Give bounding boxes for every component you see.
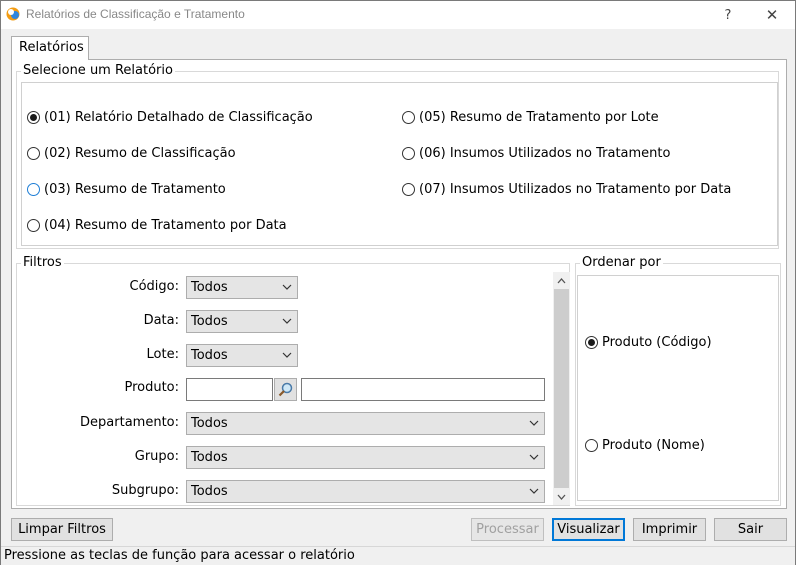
report-option-01[interactable]: (01) Relatório Detalhado de Classificaçã… [27, 110, 313, 125]
exit-label: Sair [737, 522, 764, 537]
window-title: Relatórios de Classificação e Tratamento [26, 7, 245, 21]
chevron-down-icon [529, 488, 539, 494]
lote-value: Todos [191, 348, 228, 363]
radio-icon [585, 336, 598, 349]
order-option-label: Produto (Código) [602, 335, 712, 350]
scroll-thumb[interactable] [554, 289, 569, 488]
grupo-value: Todos [191, 450, 228, 465]
view-button[interactable]: Visualizar [552, 518, 625, 541]
report-option-label: (01) Relatório Detalhado de Classificaçã… [44, 110, 313, 125]
produto-search-button[interactable] [274, 378, 297, 401]
departamento-select[interactable]: Todos [186, 412, 545, 435]
report-option-label: (07) Insumos Utilizados no Tratamento po… [419, 182, 732, 197]
departamento-value: Todos [191, 416, 228, 431]
chevron-down-icon [557, 494, 566, 500]
order-option-codigo[interactable]: Produto (Código) [585, 335, 712, 350]
lote-label: Lote: [146, 347, 179, 362]
subgrupo-label: Subgrupo: [111, 483, 179, 498]
chevron-down-icon [282, 284, 292, 290]
data-label: Data: [143, 313, 179, 328]
help-icon: ? [724, 7, 732, 23]
radio-icon [402, 111, 415, 124]
process-button[interactable]: Processar [471, 518, 544, 541]
app-logo-icon [6, 7, 20, 21]
order-option-label: Produto (Nome) [602, 438, 705, 453]
order-group-label: Ordenar por [580, 255, 663, 271]
radio-icon [27, 111, 40, 124]
radio-icon [402, 183, 415, 196]
tab-label: Relatórios [19, 40, 84, 55]
filters-scrollbar[interactable] [553, 272, 570, 505]
grupo-label: Grupo: [134, 449, 179, 464]
grupo-select[interactable]: Todos [186, 446, 545, 469]
data-select[interactable]: Todos [186, 310, 298, 333]
report-option-05[interactable]: (05) Resumo de Tratamento por Lote [402, 110, 659, 125]
status-bar: Pressione as teclas de função para acess… [1, 546, 795, 565]
title-bar: Relatórios de Classificação e Tratamento… [1, 1, 795, 29]
report-option-label: (05) Resumo de Tratamento por Lote [419, 110, 659, 125]
scroll-down-button[interactable] [553, 488, 570, 505]
view-label: Visualizar [557, 522, 620, 537]
order-options-box [577, 275, 779, 501]
chevron-down-icon [529, 454, 539, 460]
clear-filters-button[interactable]: Limpar Filtros [11, 518, 113, 541]
report-option-label: (06) Insumos Utilizados no Tratamento [419, 146, 671, 161]
chevron-down-icon [282, 352, 292, 358]
report-option-04[interactable]: (04) Resumo de Tratamento por Data [27, 218, 287, 233]
produto-label: Produto: [124, 380, 179, 395]
departamento-label: Departamento: [80, 415, 179, 430]
exit-button[interactable]: Sair [714, 518, 787, 541]
radio-icon [27, 147, 40, 160]
clear-filters-label: Limpar Filtros [18, 522, 106, 537]
print-label: Imprimir [641, 522, 698, 537]
report-option-03[interactable]: (03) Resumo de Tratamento [27, 182, 226, 197]
print-button[interactable]: Imprimir [633, 518, 706, 541]
report-option-label: (04) Resumo de Tratamento por Data [44, 218, 287, 233]
report-option-07[interactable]: (07) Insumos Utilizados no Tratamento po… [402, 182, 731, 197]
radio-icon [27, 183, 40, 196]
report-group-label: Selecione um Relatório [21, 63, 175, 79]
chevron-up-icon [557, 277, 566, 283]
status-text: Pressione as teclas de função para acess… [4, 548, 355, 563]
radio-icon [585, 439, 598, 452]
tab-relatorios[interactable]: Relatórios [11, 36, 89, 60]
report-option-02[interactable]: (02) Resumo de Classificação [27, 146, 236, 161]
chevron-down-icon [282, 318, 292, 324]
lote-select[interactable]: Todos [186, 344, 298, 367]
order-option-nome[interactable]: Produto (Nome) [585, 438, 705, 453]
report-option-label: (03) Resumo de Tratamento [44, 182, 226, 197]
filters-group-label: Filtros [21, 255, 64, 271]
report-option-label: (02) Resumo de Classificação [44, 146, 236, 161]
chevron-down-icon [529, 420, 539, 426]
report-option-06[interactable]: (06) Insumos Utilizados no Tratamento [402, 146, 670, 161]
produto-code-input[interactable] [186, 378, 273, 401]
scroll-up-button[interactable] [553, 272, 570, 289]
help-button[interactable]: ? [707, 1, 749, 29]
codigo-value: Todos [191, 280, 228, 295]
subgrupo-select[interactable]: Todos [186, 480, 545, 503]
data-value: Todos [191, 314, 228, 329]
process-label: Processar [476, 522, 539, 537]
radio-icon [27, 219, 40, 232]
close-button[interactable]: ✕ [751, 1, 793, 29]
produto-name-input[interactable] [301, 378, 545, 401]
subgrupo-value: Todos [191, 484, 228, 499]
close-icon: ✕ [765, 6, 779, 24]
codigo-select[interactable]: Todos [186, 276, 298, 299]
report-window: Relatórios de Classificação e Tratamento… [0, 0, 796, 565]
search-icon [278, 382, 293, 397]
radio-icon [402, 147, 415, 160]
codigo-label: Código: [129, 279, 179, 294]
